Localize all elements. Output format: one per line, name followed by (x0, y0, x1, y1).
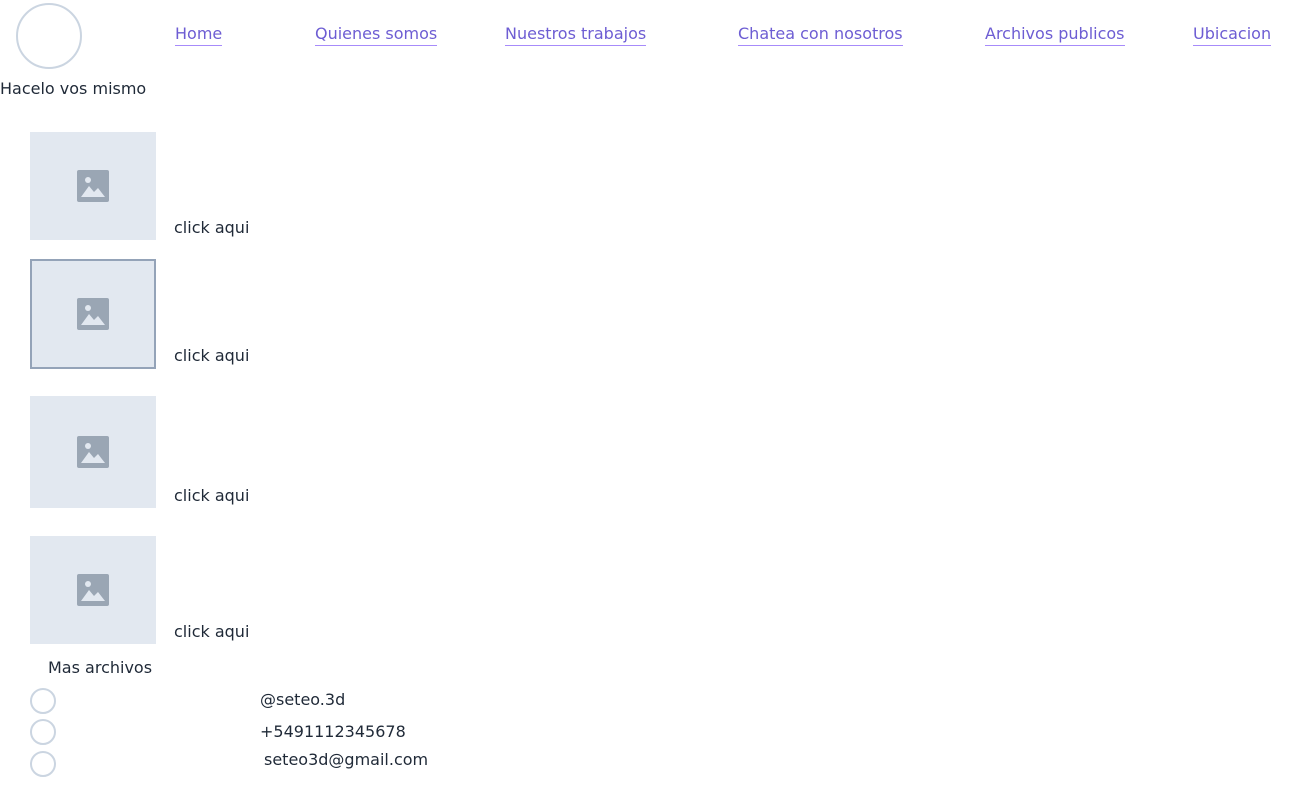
instagram-icon[interactable] (30, 688, 56, 714)
file-thumbnail[interactable] (30, 132, 156, 240)
file-link-label[interactable]: click aqui (174, 218, 249, 238)
email-address: seteo3d@gmail.com (264, 750, 429, 769)
nav-link-ubicacion[interactable]: Ubicacion (1193, 24, 1272, 46)
file-link-label[interactable]: click aqui (174, 622, 249, 642)
page: Hacelo vos mismo Home Quienes somos Nues… (0, 0, 1296, 796)
email-icon[interactable] (30, 751, 56, 777)
file-thumbnail[interactable] (30, 536, 156, 644)
phone-icon[interactable] (30, 719, 56, 745)
file-thumbnail-selected[interactable] (30, 259, 156, 369)
nav-link-archivos-publicos[interactable]: Archivos publicos (985, 24, 1125, 46)
image-placeholder-icon (77, 574, 109, 606)
more-files-link[interactable]: Mas archivos (48, 658, 152, 678)
file-link-label[interactable]: click aqui (174, 486, 249, 506)
file-thumbnail[interactable] (30, 396, 156, 508)
nav-link-nuestros-trabajos[interactable]: Nuestros trabajos (505, 24, 647, 46)
instagram-handle: @seteo.3d (260, 690, 346, 709)
logo[interactable] (16, 3, 82, 69)
image-placeholder-icon (77, 298, 109, 330)
nav-link-home[interactable]: Home (175, 24, 223, 46)
nav-link-chatea-con-nosotros[interactable]: Chatea con nosotros (738, 24, 903, 46)
site-tagline: Hacelo vos mismo (0, 79, 147, 98)
phone-number: +5491112345678 (260, 722, 406, 741)
nav-link-quienes-somos[interactable]: Quienes somos (315, 24, 438, 46)
file-link-label[interactable]: click aqui (174, 346, 249, 366)
image-placeholder-icon (77, 170, 109, 202)
image-placeholder-icon (77, 436, 109, 468)
